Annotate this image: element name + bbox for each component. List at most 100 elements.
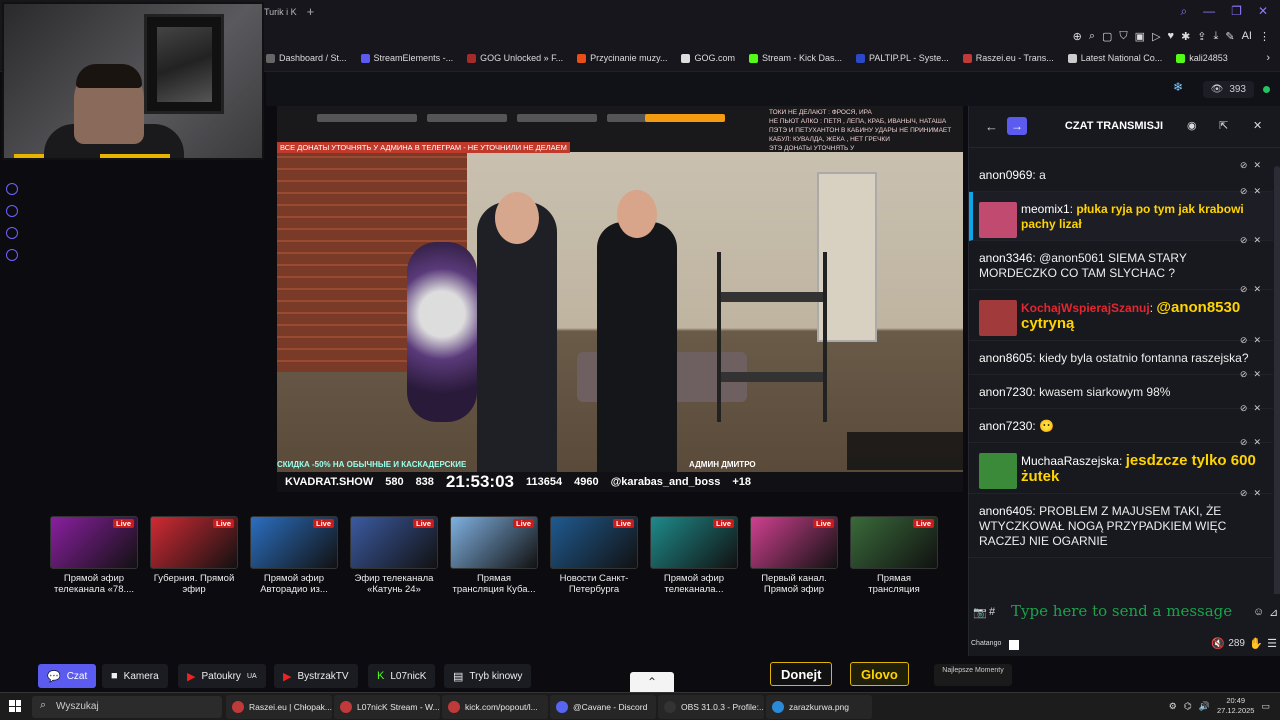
recommended-item[interactable]: Live Прямой эфир телеканала... — [650, 516, 738, 606]
message-actions-icon[interactable]: ⊘✕ — [1240, 435, 1267, 450]
chat-username[interactable]: anon7230 — [979, 419, 1032, 433]
cinema-mode-button[interactable]: ▤ Tryb kinowy — [444, 664, 532, 688]
bookmark-item[interactable]: GOG Unlocked » F... — [467, 53, 563, 63]
taskbar-app[interactable]: kick.com/popout/l... — [442, 695, 548, 719]
bookmark-item[interactable]: Latest National Co... — [1067, 53, 1162, 63]
message-actions-icon[interactable]: ⊘✕ — [1240, 333, 1267, 348]
browser-tab[interactable]: Turik i K — [264, 7, 297, 17]
settings-icon[interactable] — [6, 249, 18, 261]
volume-icon[interactable]: 🔊 — [1199, 701, 1210, 712]
play-circle-icon[interactable] — [6, 183, 18, 195]
menu-icon[interactable]: ⋮ — [1259, 30, 1270, 43]
message-actions-icon[interactable]: ⊘✕ — [1240, 282, 1267, 297]
menu-icon[interactable]: ☰ — [1267, 637, 1277, 650]
chat-username[interactable]: anon3346 — [979, 251, 1032, 265]
bookmark-item[interactable]: kali24853 — [1176, 53, 1228, 63]
chat-button[interactable]: 💬 Czat — [38, 664, 97, 688]
clock[interactable]: 20:49 27.12.2025 — [1217, 696, 1255, 716]
bookmark-item[interactable]: StreamElements -... — [360, 53, 453, 63]
message-actions-icon[interactable]: ⊘✕ — [1240, 233, 1267, 248]
recommended-item[interactable]: Live Прямой эфир Авторадио из... — [250, 516, 338, 606]
bookmark-item[interactable]: PALTIP.PL - Syste... — [856, 53, 949, 63]
network-icon[interactable]: ⌬ — [1184, 701, 1192, 712]
chat-username[interactable]: anon8605 — [979, 351, 1032, 365]
pen-icon[interactable]: ✎ — [1225, 30, 1234, 43]
snowflake-icon[interactable]: ❄ — [1168, 80, 1188, 98]
camera-button[interactable]: ■ Kamera — [102, 664, 168, 688]
recommended-item[interactable]: Live Эфир телеканала «Катунь 24» — [350, 516, 438, 606]
recommended-item[interactable]: Live Прямая трансляция — [850, 516, 938, 606]
clock-icon[interactable] — [6, 205, 18, 217]
search-icon[interactable]: ⌕ — [1089, 30, 1095, 43]
recommended-item[interactable]: Live Первый канал. Прямой эфир — [750, 516, 838, 606]
start-icon[interactable] — [9, 700, 21, 712]
chat-input[interactable]: Type here to send a message — [1003, 598, 1249, 628]
forward-arrow-icon[interactable]: → — [1007, 117, 1027, 135]
taskbar-app[interactable]: @Cavane - Discord — [550, 695, 656, 719]
download-icon[interactable]: ⤓ — [1214, 30, 1219, 43]
message-actions-icon[interactable]: ⊘✕ — [1240, 367, 1267, 382]
mute-icon[interactable]: 🔇 — [1211, 637, 1225, 650]
bookmark-item[interactable]: Przycinanie muzy... — [577, 53, 667, 63]
discord-icon[interactable]: ◉ — [1187, 119, 1197, 132]
chat-scrollbar[interactable] — [1274, 166, 1280, 596]
best-moments-button[interactable]: Najlepsze Momenty — [934, 664, 1012, 686]
chat-username[interactable]: anon6405 — [979, 504, 1032, 518]
tray-icon[interactable]: ⚙ — [1169, 701, 1177, 712]
minimize-icon[interactable]: — — [1203, 4, 1215, 19]
close-icon[interactable]: ✕ — [1253, 119, 1262, 132]
chat-icon[interactable] — [6, 227, 18, 239]
recommended-item[interactable]: Live Прямая трансляция Куба... — [450, 516, 538, 606]
more-bookmarks-icon[interactable]: › — [1266, 52, 1270, 64]
bystrzak-button[interactable]: ▶ BystrzakTV — [274, 664, 358, 688]
message-actions-icon[interactable]: ⊘✕ — [1240, 486, 1267, 501]
recommended-item[interactable]: Live Новости Санкт-Петербурга — [550, 516, 638, 606]
recommended-item[interactable]: Live Губерния. Прямой эфир — [150, 516, 238, 606]
shield-icon[interactable]: ⛉ — [1119, 30, 1127, 43]
recommended-item[interactable]: Live Прямой эфир телеканала «78.... — [50, 516, 138, 606]
message-actions-icon[interactable]: ⊘✕ — [1240, 158, 1267, 173]
chat-username[interactable]: MuchaaRaszejska — [1021, 454, 1119, 468]
bookmark-item[interactable]: Stream - Kick Das... — [748, 53, 842, 63]
taskbar-app[interactable]: zarazkurwa.png — [766, 695, 872, 719]
message-actions-icon[interactable]: ⊘✕ — [1240, 401, 1267, 416]
hashtag-icon[interactable]: # — [989, 606, 995, 618]
notification-icon[interactable]: ▭ — [1261, 701, 1270, 712]
taskbar-search[interactable]: ⌕ Wyszukaj — [32, 696, 222, 718]
donate-button[interactable]: Donejt — [770, 662, 833, 686]
video-player[interactable]: ТОКИ НЕ ДЕЛАЮТ : ФРОСЯ, ИРА НЕ ПЬЮТ АЛКО… — [277, 106, 963, 492]
taskbar-app[interactable]: Raszei.eu | Chłopak... — [226, 695, 332, 719]
search-icon[interactable]: ⌕ — [1180, 4, 1187, 19]
glovo-button[interactable]: Glovo — [850, 662, 909, 686]
extensions-icon[interactable]: ✱ — [1181, 30, 1190, 43]
ai-icon[interactable]: AI — [1242, 30, 1252, 43]
chat-username[interactable]: anon0969 — [979, 168, 1032, 182]
zoom-icon[interactable]: ⊕ — [1073, 30, 1082, 43]
message-actions-icon[interactable]: ⊘✕ — [1240, 184, 1267, 199]
popout-icon[interactable]: ⇱ — [1219, 119, 1228, 132]
new-tab-icon[interactable]: + — [307, 4, 315, 19]
chat-username[interactable]: anon7230 — [979, 385, 1032, 399]
share-icon[interactable]: ⇪ — [1197, 30, 1206, 43]
chat-username[interactable]: KochajWspierajSzanuj — [1021, 301, 1150, 315]
taskbar-app[interactable]: OBS 31.0.3 - Profile:... — [658, 695, 764, 719]
hand-icon[interactable]: ✋ — [1249, 637, 1263, 650]
bookmark-item[interactable]: Dashboard / St... — [266, 53, 347, 63]
screenshot-icon[interactable]: ▢ — [1102, 30, 1112, 43]
chevron-up-icon[interactable]: ⌃ — [630, 672, 674, 692]
camera-icon[interactable]: 📷 — [973, 606, 987, 619]
maximize-icon[interactable]: ❐ — [1231, 4, 1242, 19]
chat-username[interactable]: meomix1 — [1021, 202, 1070, 216]
send-icon[interactable]: ⊿ — [1269, 606, 1278, 619]
play-icon[interactable]: ▷ — [1152, 30, 1160, 43]
bookmark-item[interactable]: Raszei.eu - Trans... — [962, 53, 1054, 63]
emoji-icon[interactable]: ☺ — [1253, 606, 1264, 618]
taskbar-app[interactable]: L07nicK Stream - W... — [334, 695, 440, 719]
l07nick-button[interactable]: K L07nicK — [368, 664, 436, 688]
bookmark-item[interactable]: GOG.com — [681, 53, 735, 63]
close-icon[interactable]: ✕ — [1258, 4, 1268, 19]
heart-icon[interactable]: ♥ — [1168, 30, 1175, 43]
back-arrow-icon[interactable]: ← — [985, 119, 998, 134]
patoukry-button[interactable]: ▶ Patoukry UA — [178, 664, 266, 688]
box-icon[interactable]: ▣ — [1135, 30, 1145, 43]
